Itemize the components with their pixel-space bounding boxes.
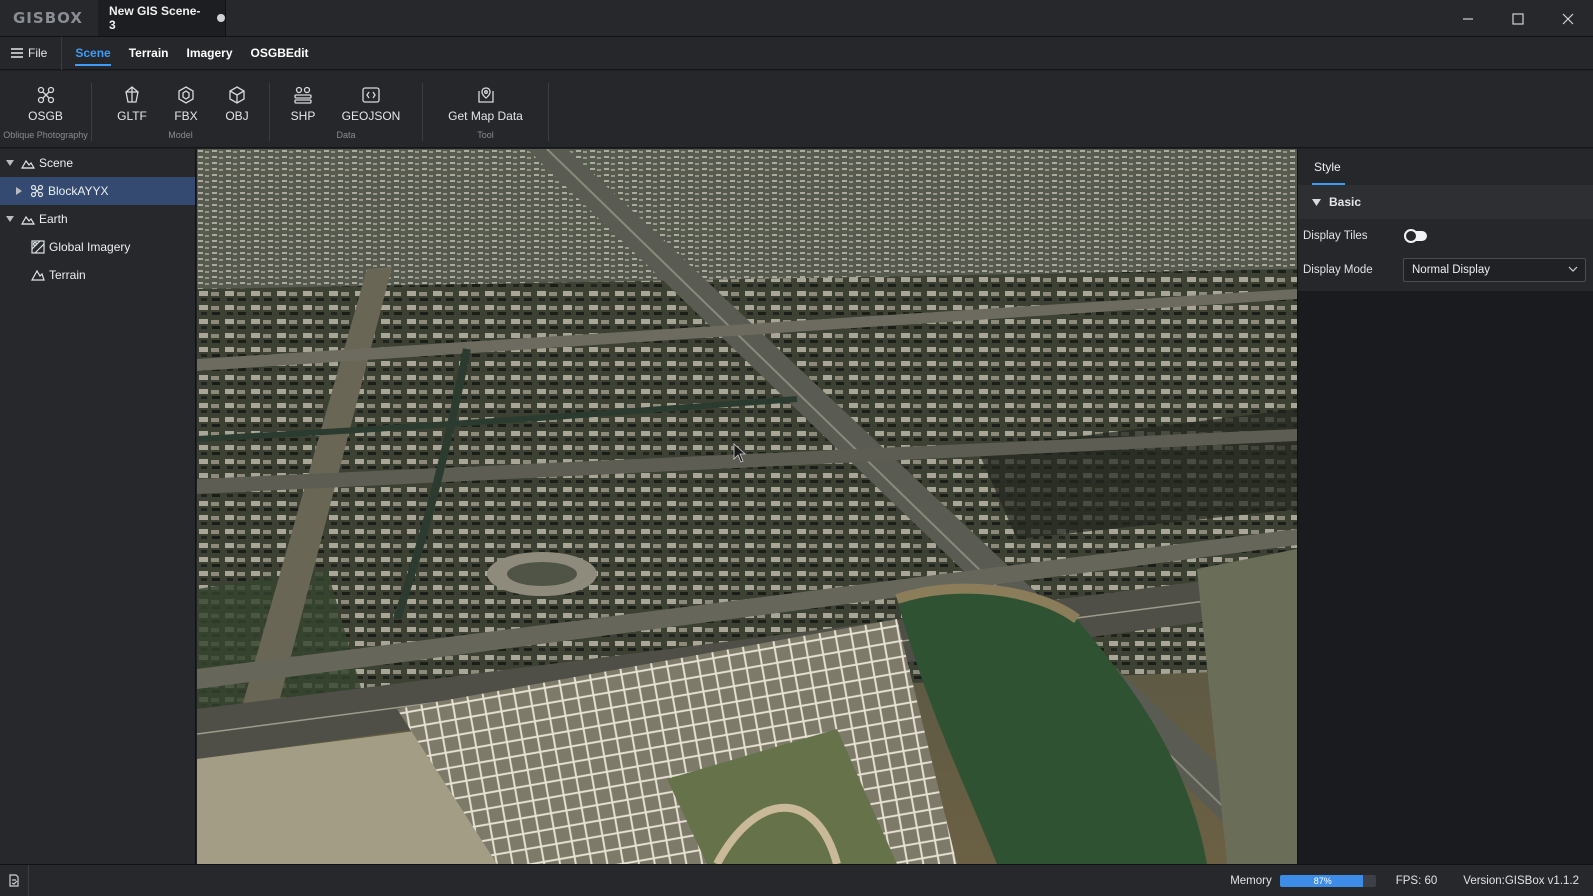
display-tiles-row: Display Tiles [1298, 219, 1593, 253]
window-controls [1443, 0, 1593, 36]
version-text: Version:GISBox v1.1.2 [1463, 874, 1579, 887]
group-label-model: Model [168, 130, 193, 140]
get-map-data-label: Get Map Data [448, 109, 523, 123]
tree-node-label: BlockAYYX [48, 184, 109, 198]
minimize-icon [1463, 17, 1473, 20]
properties-tabs: Style [1298, 149, 1593, 185]
tab-osgbedit[interactable]: OSGBEdit [242, 37, 318, 70]
gltf-icon [125, 86, 139, 103]
group-oblique-photography: OSGB Oblique Photography [0, 83, 92, 141]
group-data: SHP GEOJSON Data [270, 83, 423, 141]
maximize-button[interactable] [1493, 0, 1543, 37]
log-button[interactable] [0, 864, 29, 896]
osgb-label: OSGB [28, 109, 63, 123]
minimize-button[interactable] [1443, 0, 1493, 37]
display-mode-row: Display Mode Normal Display [1298, 253, 1593, 287]
caret-down-icon [1312, 198, 1321, 206]
group-model: GLTF FBX OBJ Model [92, 83, 270, 141]
file-menu-label: File [28, 46, 48, 60]
geojson-icon [362, 87, 380, 103]
osgb-icon [37, 86, 54, 104]
gltf-button[interactable]: GLTF [106, 83, 158, 130]
menu-bar: File Scene Terrain Imagery OSGBEdit [0, 36, 1593, 70]
tree-node-label: Terrain [49, 268, 86, 282]
mountain-icon [21, 212, 39, 226]
tab-scene[interactable]: Scene [66, 37, 119, 70]
obj-icon [229, 86, 245, 104]
caret-down-icon[interactable] [5, 214, 15, 224]
document-tab[interactable]: New GIS Scene-3 [98, 0, 226, 36]
fbx-button[interactable]: FBX [158, 83, 214, 130]
document-icon [9, 874, 19, 887]
tree-node-terrain[interactable]: Terrain [0, 261, 195, 289]
display-mode-select[interactable]: Normal Display [1403, 258, 1586, 282]
map-pin-icon [477, 87, 494, 103]
caret-down-icon[interactable] [5, 158, 15, 168]
tree-node-earth[interactable]: Earth [0, 205, 195, 233]
geojson-button[interactable]: GEOJSON [326, 83, 416, 130]
gltf-label: GLTF [117, 109, 147, 123]
unsaved-dot-icon [217, 14, 225, 22]
fbx-icon [178, 86, 194, 104]
group-label-tool: Tool [477, 130, 494, 140]
shp-button[interactable]: SHP [280, 83, 326, 130]
caret-right-icon[interactable] [14, 186, 24, 196]
status-bar: Memory 87% FPS: 60 Version:GISBox v1.1.2 [0, 864, 1593, 896]
chevron-down-icon [1568, 266, 1578, 272]
memory-percent-text: 87% [1313, 875, 1332, 886]
terrain-icon [31, 268, 49, 282]
tree-node-blockayyx[interactable]: BlockAYYX [0, 177, 195, 205]
scene-viewport[interactable] [197, 149, 1297, 864]
tree-node-label: Earth [39, 212, 68, 226]
tab-terrain[interactable]: Terrain [120, 37, 178, 70]
tree-node-label: Scene [39, 156, 74, 170]
group-label-oblique: Oblique Photography [3, 130, 88, 140]
hamburger-icon [11, 48, 23, 58]
display-mode-label: Display Mode [1303, 264, 1373, 276]
shp-label: SHP [290, 109, 316, 123]
maximize-icon [1512, 12, 1524, 25]
imagery-icon [31, 240, 49, 254]
group-label-data: Data [336, 130, 356, 140]
tab-style[interactable]: Style [1312, 149, 1345, 185]
tree-node-global-imagery[interactable]: Global Imagery [0, 233, 195, 261]
geojson-label: GEOJSON [341, 109, 401, 123]
get-map-data-button[interactable]: Get Map Data [426, 83, 546, 130]
tree-node-scene[interactable]: Scene [0, 149, 195, 177]
basic-section-body: Display Tiles Display Mode Normal Displa… [1298, 219, 1593, 291]
group-tool: Get Map Data Tool [423, 83, 549, 141]
memory-bar: 87% [1279, 874, 1376, 887]
display-mode-value: Normal Display [1412, 264, 1490, 276]
osgb-button[interactable]: OSGB [1, 83, 91, 130]
memory-indicator: Memory 87% [1230, 874, 1376, 887]
ribbon-toolbar: OSGB Oblique Photography GLTF FBX OBJ Mo… [0, 71, 1593, 148]
mountain-icon [21, 156, 39, 170]
shp-icon [294, 86, 312, 104]
scene-tree: Scene BlockAYYX Earth Global Imagery Ter… [0, 149, 196, 864]
obj-button[interactable]: OBJ [214, 83, 260, 130]
file-menu-button[interactable]: File [0, 36, 63, 70]
tab-imagery[interactable]: Imagery [178, 37, 242, 70]
display-tiles-toggle[interactable] [1404, 229, 1427, 243]
document-tab-title: New GIS Scene-3 [109, 4, 201, 32]
osgb-layer-icon [30, 184, 48, 198]
close-icon [1562, 13, 1574, 24]
title-bar: GISBOX New GIS Scene-3 [0, 0, 1593, 37]
basic-section-title: Basic [1329, 195, 1362, 209]
tree-node-label: Global Imagery [49, 240, 131, 254]
properties-panel: Style Basic Display Tiles Display Mode N… [1297, 149, 1593, 864]
close-button[interactable] [1543, 0, 1593, 37]
basic-section-header[interactable]: Basic [1298, 185, 1593, 219]
display-tiles-label: Display Tiles [1303, 230, 1368, 242]
fbx-label: FBX [174, 109, 198, 123]
aerial-city-view [197, 149, 1297, 864]
obj-label: OBJ [225, 109, 249, 123]
app-logo: GISBOX [13, 9, 83, 27]
memory-label: Memory [1230, 874, 1272, 887]
fps-readout: FPS: 60 [1395, 874, 1438, 887]
